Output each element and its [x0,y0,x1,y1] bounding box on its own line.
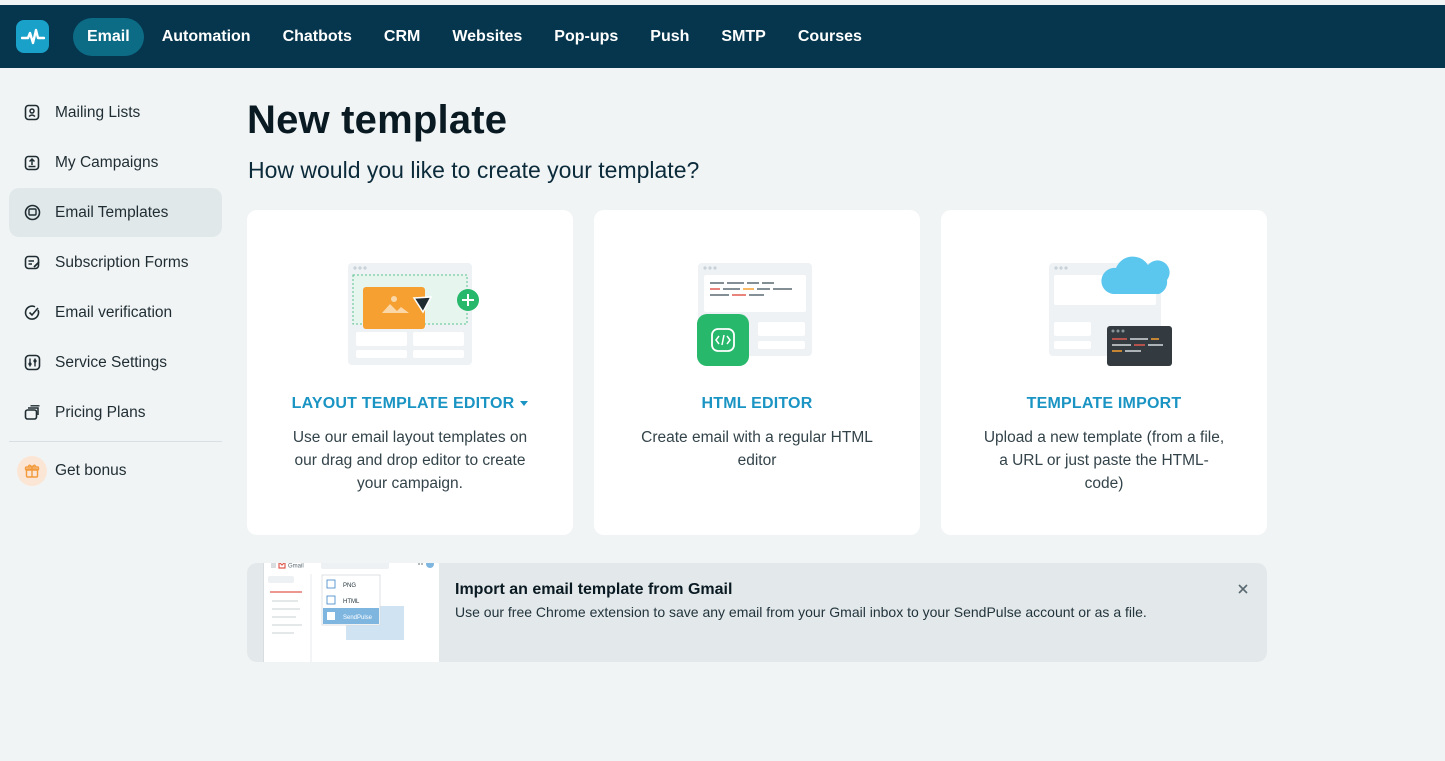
sidebar-item-my-campaigns[interactable]: My Campaigns [9,138,222,187]
nav-automation[interactable]: Automation [148,18,265,56]
layout-editor-illustration [247,240,573,380]
sidebar-item-subscription-forms[interactable]: Subscription Forms [9,238,222,287]
nav-push[interactable]: Push [636,18,703,56]
template-import-illustration [941,240,1267,380]
banner-title: Import an email template from Gmail [455,581,733,598]
html-editor-illustration [594,240,920,380]
card-description: Use our email layout templates on our dr… [292,429,528,492]
settings-sliders-icon [22,353,42,373]
sidebar-item-label: Pricing Plans [55,403,146,421]
sidebar-divider [9,441,222,442]
nav-email[interactable]: Email [73,17,144,56]
sidebar-item-label: Mailing Lists [55,103,141,121]
chevron-down-icon[interactable] [520,401,529,407]
card-description: Create email with a regular HTML editor [641,429,873,469]
sidebar-item-mailing-lists[interactable]: Mailing Lists [9,88,222,137]
html-editor-card[interactable]: HTML EDITOR Create email with a regular … [594,210,920,535]
page-subtitle: How would you like to create your templa… [248,157,700,183]
card-title: TEMPLATE IMPORT [1026,395,1182,412]
sidebar-item-pricing-plans[interactable]: Pricing Plans [9,388,222,437]
layout-template-editor-card[interactable]: LAYOUT TEMPLATE EDITOR Use our email lay… [247,210,573,535]
sidebar-item-get-bonus[interactable]: Get bonus [9,446,222,495]
gmail-app-name: Gmail [288,564,304,570]
banner-description: Use our free Chrome extension to save an… [455,604,1147,620]
contacts-book-icon [22,103,42,123]
sidebar-item-label: Email Templates [55,203,169,221]
sidebar-item-label: Subscription Forms [55,253,189,271]
sidebar: Mailing Lists My Campaigns Email Templat… [9,88,222,496]
template-import-card[interactable]: TEMPLATE IMPORT Upload a new template (f… [941,210,1267,535]
sendpulse-logo-icon[interactable] [16,20,49,53]
nav-websites[interactable]: Websites [438,18,536,56]
card-description: Upload a new template (from a file, a UR… [983,429,1225,492]
gmail-menu-html: HTML [343,599,360,605]
gift-icon [17,455,47,486]
nav-crm[interactable]: CRM [370,18,434,56]
nav-courses[interactable]: Courses [784,18,876,56]
top-navigation-bar: Email Automation Chatbots CRM Websites P… [0,5,1445,68]
nav-popups[interactable]: Pop-ups [540,18,632,56]
form-edit-icon [22,253,42,273]
gmail-menu-sendpulse: SendPulse [343,615,373,621]
sidebar-item-email-verification[interactable]: Email verification [9,288,222,337]
close-icon[interactable] [1235,581,1251,597]
template-icon [22,203,42,223]
product-nav: Email Automation Chatbots CRM Websites P… [73,17,880,56]
campaign-upload-icon [22,153,42,173]
sidebar-item-service-settings[interactable]: Service Settings [9,338,222,387]
card-title: LAYOUT TEMPLATE EDITOR [247,395,573,413]
sidebar-item-label: My Campaigns [55,153,159,171]
check-circle-icon [22,303,42,323]
card-title: HTML EDITOR [701,395,813,412]
nav-smtp[interactable]: SMTP [707,18,779,56]
sidebar-item-label: Service Settings [55,353,167,371]
gmail-extension-screenshot: Gmail PNG HTML SendPulse [263,563,439,662]
sidebar-item-label: Email verification [55,303,173,321]
sidebar-item-email-templates[interactable]: Email Templates [9,188,222,237]
stacked-cards-icon [22,403,42,423]
nav-chatbots[interactable]: Chatbots [269,18,366,56]
card-title-text: LAYOUT TEMPLATE EDITOR [291,395,515,412]
sidebar-item-label: Get bonus [55,461,127,479]
gmail-import-banner: Gmail PNG HTML SendPulse Import an email… [247,563,1267,662]
gmail-menu-png: PNG [343,583,356,589]
page-title: New template [247,98,508,142]
